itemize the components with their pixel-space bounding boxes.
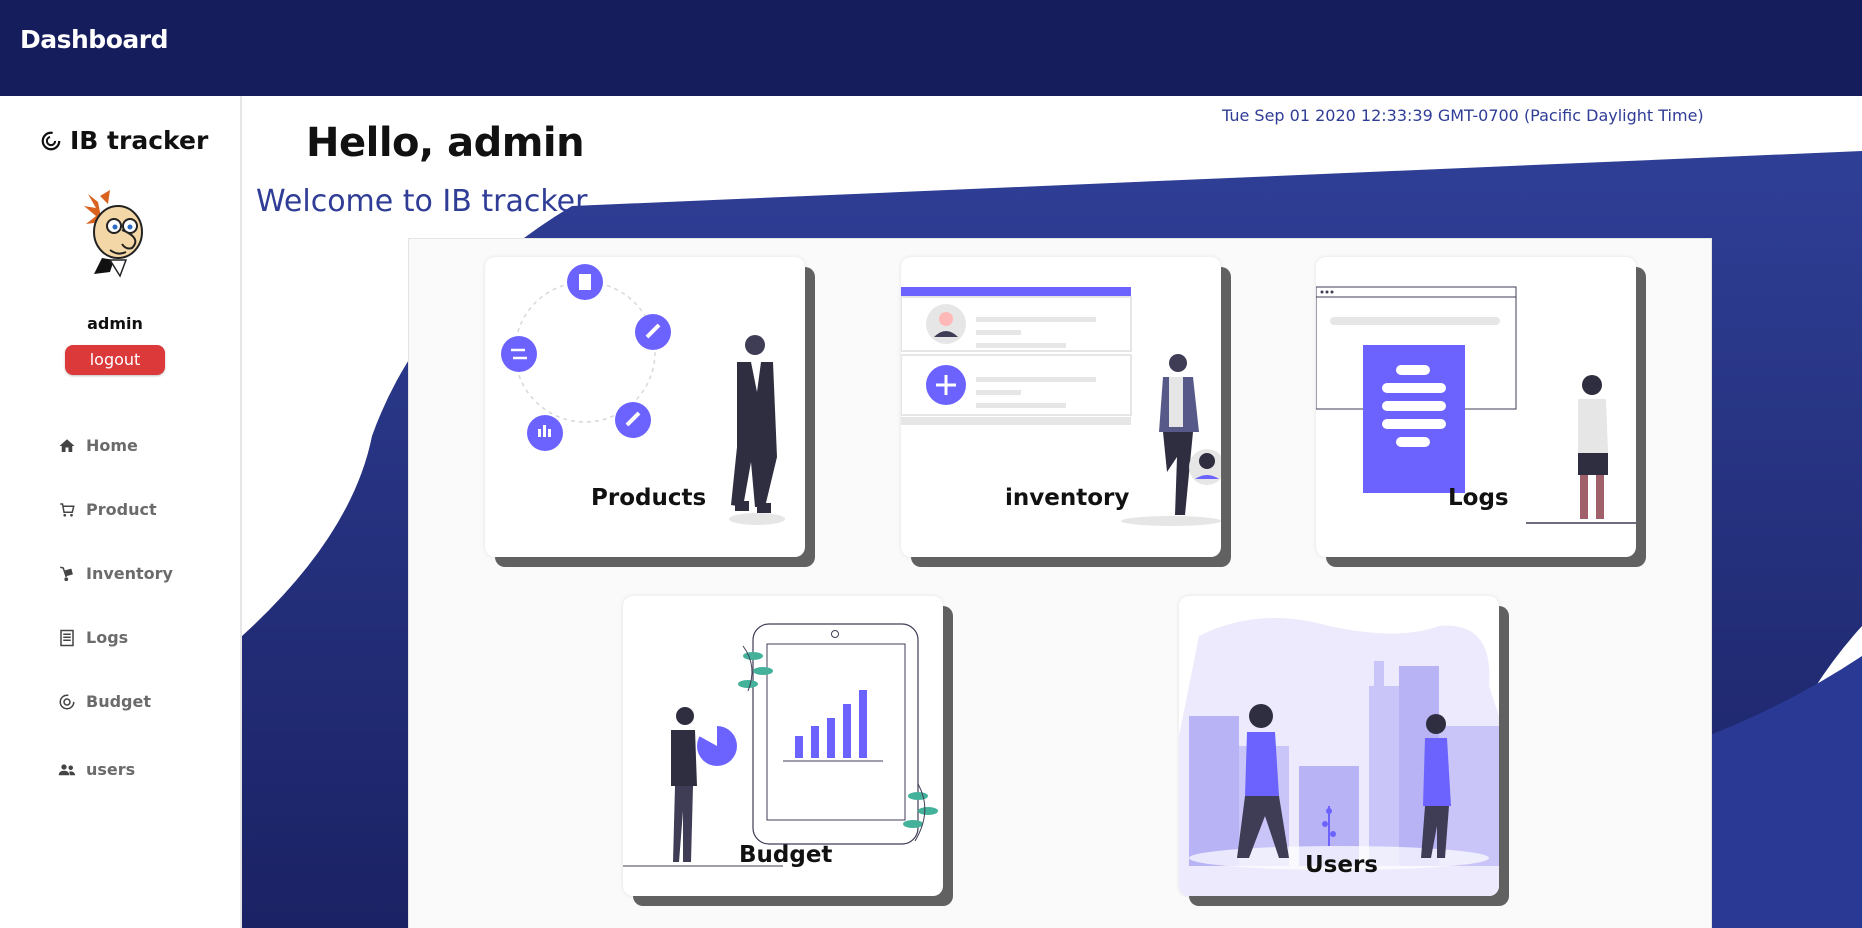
users-illustration	[1179, 618, 1499, 896]
users-card[interactable]: Users	[1179, 596, 1499, 896]
card-label: Logs	[1448, 485, 1509, 511]
sidebar-item-label: Product	[86, 500, 157, 519]
logs-illustration	[1316, 286, 1636, 524]
app-title: Dashboard	[20, 25, 168, 54]
products-card[interactable]: Products	[485, 257, 805, 557]
inventory-card[interactable]: inventory	[901, 257, 1221, 557]
sidebar-item-users[interactable]: users	[58, 760, 218, 779]
budget-icon	[59, 694, 75, 709]
home-icon	[59, 438, 75, 452]
inventory-illustration	[901, 287, 1221, 526]
datetime: Tue Sep 01 2020 12:33:39 GMT-0700 (Pacif…	[1222, 106, 1704, 125]
card-label: Products	[591, 485, 707, 511]
card-label: inventory	[1005, 485, 1130, 511]
brand-logo-icon	[41, 131, 61, 150]
hand-truck-icon	[60, 566, 73, 581]
sidebar-item-product[interactable]: Product	[58, 500, 218, 519]
products-illustration	[501, 264, 785, 525]
sidebar-item-label: Logs	[86, 628, 129, 647]
sidebar-item-home[interactable]: Home	[58, 436, 218, 455]
username: admin	[87, 314, 143, 333]
users-icon	[58, 763, 76, 775]
cart-icon	[60, 502, 75, 517]
sidebar-item-label: Budget	[86, 692, 151, 711]
welcome-text: Welcome to IB tracker	[256, 184, 588, 219]
greeting: Hello, admin	[306, 120, 585, 166]
main-content: Hello, admin Welcome to IB tracker Tue S…	[242, 96, 1862, 928]
logs-card[interactable]: Logs	[1316, 257, 1636, 557]
sidebar-item-label: users	[86, 760, 136, 779]
avatar	[84, 190, 143, 278]
sidebar-item-label: Inventory	[86, 564, 173, 583]
card-label: Budget	[739, 842, 833, 868]
document-icon	[60, 629, 74, 646]
top-bar: Dashboard	[0, 0, 1862, 96]
sidebar-item-inventory[interactable]: Inventory	[58, 564, 218, 583]
logout-button[interactable]: logout	[65, 345, 165, 375]
sidebar-item-budget[interactable]: Budget	[58, 692, 218, 711]
card-label: Users	[1305, 852, 1378, 878]
sidebar: IB tracker admin logout Home Product Inv…	[0, 96, 242, 928]
brand-name: IB tracker	[70, 126, 209, 155]
cards-panel: Products inventory Logs Budget Users	[408, 238, 1712, 928]
sidebar-item-logs[interactable]: Logs	[58, 628, 218, 647]
budget-card[interactable]: Budget	[623, 596, 943, 896]
sidebar-item-label: Home	[86, 436, 138, 455]
brand: IB tracker	[40, 126, 208, 155]
